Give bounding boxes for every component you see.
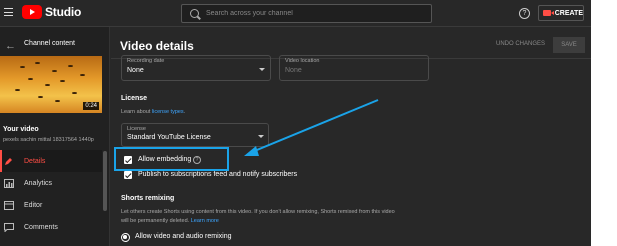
recording-date-field[interactable]: Recording date None <box>121 55 271 81</box>
sidebar-item-label: Editor <box>24 201 43 209</box>
sidebar-scrollbar[interactable] <box>103 151 107 211</box>
back-arrow-icon[interactable]: ← <box>5 40 16 52</box>
search-box[interactable] <box>181 4 432 23</box>
sidebar-item-comments[interactable]: Comments <box>0 216 102 238</box>
search-input[interactable] <box>206 7 426 20</box>
bar-chart-icon <box>4 178 14 188</box>
video-location-field[interactable]: Video location None <box>279 55 429 81</box>
video-filename: pexels sachin mittal 18317564 1440p <box>3 137 94 143</box>
recording-date-value: None <box>127 67 144 74</box>
page-margin <box>591 0 617 246</box>
channel-content-link[interactable]: Channel content <box>24 40 75 47</box>
video-camera-icon <box>543 10 554 16</box>
license-select[interactable]: License Standard YouTube License <box>121 123 269 147</box>
studio-logo[interactable]: Studio <box>22 5 81 19</box>
video-location-placeholder: None <box>285 67 302 74</box>
chevron-down-icon <box>258 135 264 138</box>
license-learn-text: Learn about license types. <box>121 109 186 115</box>
sidebar-item-label: Comments <box>24 223 58 231</box>
main-panel: Video details UNDO CHANGES SAVE Recordin… <box>111 27 591 246</box>
save-button[interactable]: SAVE <box>553 37 585 53</box>
your-video-label: Your video <box>3 126 39 133</box>
sidebar-item-label: Details <box>24 157 46 165</box>
sidebar-item-analytics[interactable]: Analytics <box>0 172 102 194</box>
top-bar: Studio ? CREATE <box>0 0 591 27</box>
search-icon[interactable] <box>190 9 199 18</box>
film-icon <box>4 200 14 210</box>
sidebar-item-label: Analytics <box>24 179 53 187</box>
learn-more-link[interactable]: Learn more <box>191 218 219 224</box>
studio-app: Studio ? CREATE ← Channel content <box>0 0 591 246</box>
sidebar-item-details[interactable]: Details <box>0 150 102 172</box>
license-label: License <box>127 126 146 132</box>
pencil-icon <box>4 157 14 166</box>
undo-changes-button[interactable]: UNDO CHANGES <box>496 41 545 47</box>
sidebar-item-editor[interactable]: Editor <box>0 194 102 216</box>
license-value: Standard YouTube License <box>127 134 211 141</box>
create-label: CREATE <box>554 9 583 17</box>
shorts-desc-line2: will be permanently deleted. Learn more <box>121 218 219 224</box>
video-thumbnail[interactable]: 0:24 <box>0 56 102 113</box>
allow-remixing-label: Allow video and audio remixing <box>135 233 232 240</box>
annotation-highlight-box <box>114 147 229 171</box>
help-icon[interactable]: ? <box>519 8 530 19</box>
chevron-down-icon <box>259 68 265 71</box>
create-button[interactable]: CREATE <box>538 5 584 21</box>
license-heading: License <box>121 95 148 102</box>
page-title: Video details <box>120 39 194 53</box>
publish-subscriptions-checkbox[interactable] <box>124 171 132 179</box>
recording-date-label: Recording date <box>127 58 165 64</box>
license-types-link[interactable]: license types <box>152 109 184 115</box>
shorts-desc-line1: Let others create Shorts using content f… <box>121 209 395 215</box>
sidebar: ← Channel content 0:24 Your video pexels… <box>0 27 110 246</box>
hamburger-menu-icon[interactable] <box>4 8 13 16</box>
logo-text: Studio <box>45 5 82 19</box>
video-location-label: Video location <box>285 58 320 64</box>
duration-badge: 0:24 <box>83 102 99 110</box>
shorts-remixing-heading: Shorts remixing <box>121 195 175 202</box>
comment-icon <box>4 222 14 233</box>
publish-subscriptions-label: Publish to subscriptions feed and notify… <box>138 171 298 178</box>
youtube-logo-icon <box>22 5 42 19</box>
allow-remixing-radio[interactable] <box>121 233 130 242</box>
